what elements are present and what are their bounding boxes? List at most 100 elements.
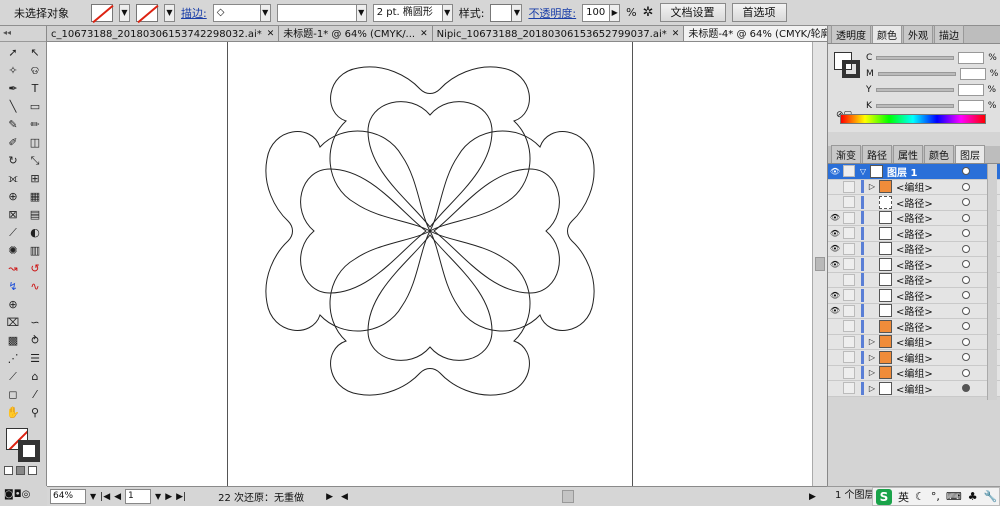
visibility-eye-icon[interactable]: 👁 xyxy=(828,291,842,300)
channel-slider[interactable] xyxy=(877,72,956,76)
slice-tool-icon[interactable]: ∽ xyxy=(25,315,45,331)
type-tool-icon[interactable]: T xyxy=(25,81,45,97)
expand-arrow-icon[interactable]: ▷ xyxy=(867,384,877,393)
color-spectrum[interactable] xyxy=(840,114,986,124)
sogou-logo-icon[interactable]: S xyxy=(876,488,892,505)
layers-row[interactable]: <路径> xyxy=(828,319,1000,335)
status-menu-icon[interactable]: ▶ xyxy=(326,492,333,502)
artboard-field[interactable]: 1 xyxy=(125,489,152,504)
channel-slider[interactable] xyxy=(875,88,954,92)
variable-width-field[interactable] xyxy=(276,3,357,22)
close-icon[interactable]: ✕ xyxy=(267,27,275,42)
object-name[interactable]: <路径> xyxy=(896,210,933,225)
object-name[interactable]: <编组> xyxy=(896,334,933,349)
rotate-tool-icon[interactable]: ↻ xyxy=(3,153,23,169)
fill-swatch[interactable] xyxy=(91,3,113,22)
target-circle-icon[interactable] xyxy=(962,353,970,362)
last-artboard-icon[interactable]: ▶| xyxy=(176,492,186,502)
target-circle-icon[interactable] xyxy=(962,260,970,269)
layers-row[interactable]: 👁 <路径> xyxy=(828,288,1000,304)
layers-row[interactable]: 👁 <路径> xyxy=(828,210,1000,226)
stroke-color-icon[interactable] xyxy=(18,440,40,462)
recolor-icon[interactable]: ✲ xyxy=(643,5,654,20)
target-circle-icon[interactable] xyxy=(962,198,970,207)
zoom-tool-icon[interactable]: ⚲ xyxy=(25,405,45,421)
visibility-eye-icon[interactable]: 👁 xyxy=(828,306,842,315)
tab-gradient[interactable]: 渐变 xyxy=(831,145,861,163)
blend-tool-icon[interactable]: ◐ xyxy=(25,225,45,241)
moon-icon[interactable]: ☾ xyxy=(915,490,925,503)
target-tool-icon[interactable]: ⊕ xyxy=(3,297,23,313)
panel-stroke-icon[interactable] xyxy=(842,60,860,78)
next-artboard-icon[interactable]: ▶ xyxy=(165,492,172,502)
layers-row[interactable]: ▷ <编组> xyxy=(828,179,1000,195)
zoom-field[interactable]: 64% xyxy=(50,489,86,504)
blob-brush-tool-icon[interactable]: ✐ xyxy=(3,135,23,151)
object-name[interactable]: <路径> xyxy=(896,241,933,256)
visibility-eye-icon[interactable]: 👁 xyxy=(828,244,842,253)
layers-row[interactable]: ▷ <编组> xyxy=(828,350,1000,366)
layers-row[interactable]: <路径> xyxy=(828,273,1000,288)
eyedropper-tool-icon[interactable]: ⟋ xyxy=(3,225,23,241)
visibility-eye-icon[interactable]: 👁 xyxy=(828,167,842,176)
brush-field[interactable]: 2 pt. 椭圆形 xyxy=(372,3,443,22)
object-name[interactable]: <路径> xyxy=(896,226,933,241)
lock-toggle[interactable] xyxy=(843,366,855,379)
magic-wand-tool-icon[interactable]: ✧ xyxy=(3,63,23,79)
channel-input[interactable] xyxy=(959,68,986,80)
graph-tool-icon[interactable]: ⋰ xyxy=(3,351,23,367)
lock-toggle[interactable] xyxy=(843,273,855,286)
artboard-tool-icon[interactable]: ⌧ xyxy=(3,315,23,331)
object-name[interactable]: <路径> xyxy=(896,195,933,210)
toolbox-grip-icon[interactable]: ◂◂ xyxy=(0,26,46,42)
symbol-sprayer-tool-icon[interactable]: ✺ xyxy=(3,243,23,259)
target-circle-icon[interactable] xyxy=(962,213,970,222)
target-circle-icon[interactable] xyxy=(962,384,970,393)
stroke-weight-field[interactable]: ◇ xyxy=(212,3,261,22)
fill-stroke-widget[interactable] xyxy=(6,428,42,462)
object-name[interactable]: <编组> xyxy=(896,350,933,365)
object-name[interactable]: <编组> xyxy=(896,381,933,396)
layer-name[interactable]: 图层 1 xyxy=(887,164,917,179)
opacity-dropdown-icon[interactable]: ▶ xyxy=(609,3,621,22)
curve-tool-icon[interactable]: ↝ xyxy=(3,261,23,277)
lock-toggle[interactable] xyxy=(843,258,855,271)
close-icon[interactable]: ✕ xyxy=(672,27,680,42)
target-circle-icon[interactable] xyxy=(962,167,970,176)
lock-toggle[interactable] xyxy=(843,180,855,193)
zoom-dropdown-icon[interactable]: ▼ xyxy=(90,492,96,501)
expand-arrow-icon[interactable]: ▷ xyxy=(867,337,877,346)
channel-input[interactable] xyxy=(957,84,984,96)
arc-tool-icon[interactable]: ↺ xyxy=(25,261,45,277)
tab-color-guide[interactable]: 颜色 xyxy=(924,145,954,163)
style-dropdown-icon[interactable]: ▼ xyxy=(511,3,523,22)
scroll-left-icon[interactable]: ◀ xyxy=(341,492,348,502)
scroll-right-icon[interactable]: ▶ xyxy=(809,492,816,502)
layers-scrollbar[interactable] xyxy=(987,164,997,400)
wave-tool-icon[interactable]: ∿ xyxy=(25,279,45,295)
chart-tool-icon[interactable]: ▩ xyxy=(3,333,23,349)
keyboard-icon[interactable]: ⌨ xyxy=(946,490,962,503)
lock-toggle[interactable] xyxy=(843,196,855,209)
shaper-tool-icon[interactable]: ↯ xyxy=(3,279,23,295)
tab-transparency[interactable]: 透明度 xyxy=(831,25,871,43)
channel-input[interactable] xyxy=(958,52,985,64)
first-artboard-icon[interactable]: |◀ xyxy=(100,492,110,502)
close-icon[interactable]: ✕ xyxy=(420,27,428,42)
none-mode-icon[interactable] xyxy=(28,466,37,475)
rectangle-tool-icon[interactable]: ▭ xyxy=(25,99,45,115)
stroke-weight-dropdown-icon[interactable]: ▼ xyxy=(259,3,271,22)
knife-tool-icon[interactable]: ⁄ xyxy=(25,387,45,403)
target-circle-icon[interactable] xyxy=(962,275,970,284)
object-name[interactable]: <编组> xyxy=(896,179,933,194)
artboard-canvas[interactable] xyxy=(47,42,827,486)
layers-row[interactable]: 👁 <路径> xyxy=(828,226,1000,242)
channel-slider[interactable] xyxy=(876,56,955,60)
mesh-tool-icon[interactable]: ⊠ xyxy=(3,207,23,223)
pen-tool-icon[interactable]: ✒ xyxy=(3,81,23,97)
perspective-grid-tool-icon[interactable]: ▦ xyxy=(25,189,45,205)
gradient-mode-icon[interactable] xyxy=(16,466,25,475)
layers-row[interactable]: ▷ <编组> xyxy=(828,381,1000,397)
tab-color[interactable]: 颜色 xyxy=(872,25,902,43)
live-paint-tool-icon[interactable]: ⌂ xyxy=(25,369,45,385)
